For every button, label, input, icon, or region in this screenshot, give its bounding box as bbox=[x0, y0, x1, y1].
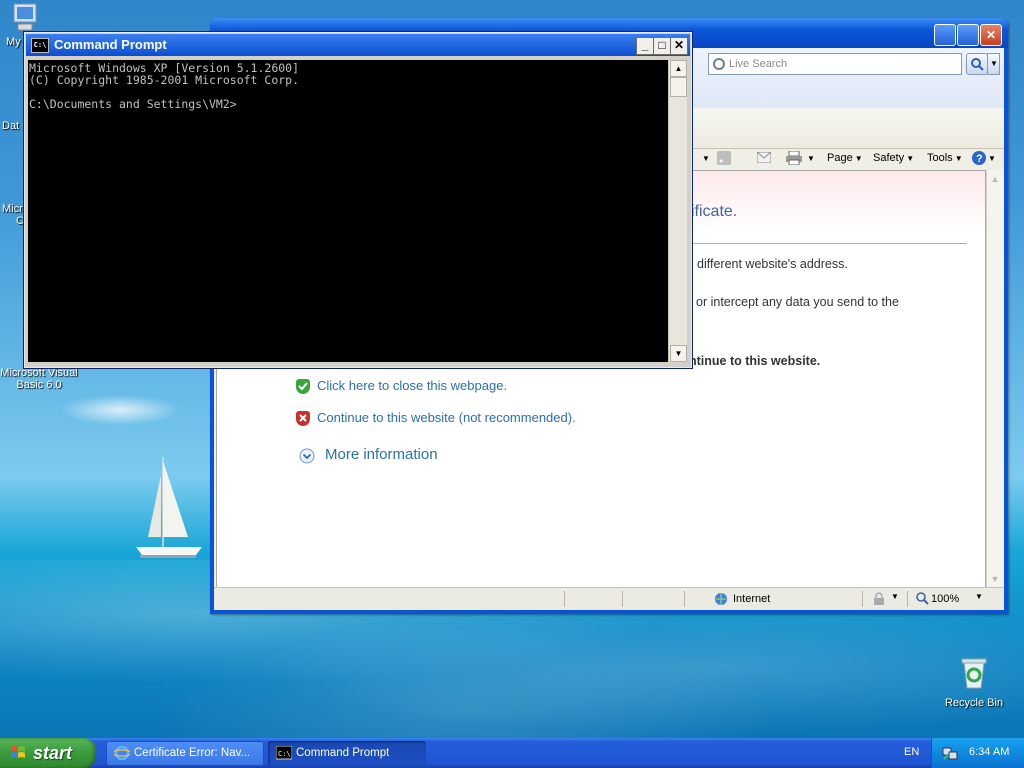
divider bbox=[564, 591, 565, 607]
taskbar-item-label: Certificate Error: Nav... bbox=[134, 747, 251, 759]
desktop-icon-recycle-bin[interactable]: Recycle Bin bbox=[934, 656, 1014, 709]
cmd-titlebar[interactable]: C:\ Command Prompt _ □ ✕ bbox=[26, 34, 690, 56]
continue-website-link[interactable]: Continue to this website (not recommende… bbox=[317, 410, 576, 425]
search-input[interactable]: Live Search bbox=[708, 53, 962, 75]
expand-circle-icon[interactable] bbox=[299, 448, 315, 464]
scroll-down-arrow[interactable]: ▼ bbox=[989, 572, 1001, 586]
divider bbox=[684, 591, 685, 607]
console-icon: C:\ bbox=[31, 38, 49, 53]
divider bbox=[622, 591, 623, 607]
safety-menu-label: Safety bbox=[873, 152, 905, 164]
taskbar-item-ie[interactable]: Certificate Error: Nav... bbox=[106, 741, 264, 766]
sailboat-image bbox=[136, 457, 202, 558]
console-scrollbar[interactable]: ▲ ▼ bbox=[668, 60, 687, 362]
chevron-down-icon: ▼ bbox=[854, 154, 863, 163]
page-menu-label: Page bbox=[827, 152, 853, 164]
ie-status-bar: Internet ▼ 100% ▼ bbox=[214, 587, 1004, 610]
chevron-down-icon[interactable]: ▼ bbox=[807, 154, 815, 163]
start-button[interactable]: start bbox=[0, 738, 96, 768]
scroll-up-arrow[interactable]: ▲ bbox=[670, 60, 687, 77]
start-label: start bbox=[33, 743, 73, 763]
close-webpage-link[interactable]: Click here to close this webpage. bbox=[317, 378, 507, 393]
close-button[interactable]: ✕ bbox=[670, 37, 688, 55]
tools-menu-label: Tools bbox=[927, 152, 953, 164]
console-line: (C) Copyright 1985-2001 Microsoft Corp. bbox=[29, 73, 300, 87]
help-icon[interactable]: ? bbox=[971, 150, 987, 166]
clock[interactable]: 6:34 AM bbox=[969, 746, 1009, 758]
more-information-link[interactable]: More information bbox=[325, 446, 438, 463]
minimize-button[interactable]: _ bbox=[636, 37, 654, 55]
taskbar-item-label: Command Prompt bbox=[296, 747, 390, 759]
cloud bbox=[60, 395, 180, 425]
taskbar-item-cmd[interactable]: C:\ Command Prompt bbox=[268, 741, 426, 766]
search-placeholder: Live Search bbox=[729, 58, 788, 70]
maximize-button[interactable] bbox=[957, 24, 979, 46]
tools-menu[interactable]: Tools ▼ bbox=[927, 152, 963, 164]
chevron-down-icon[interactable]: ▼ bbox=[891, 592, 899, 601]
mail-icon[interactable] bbox=[757, 152, 771, 163]
desktop-icon-vb6[interactable]: Microsoft Visual Basic 6.0 bbox=[0, 367, 78, 391]
feeds-icon[interactable] bbox=[717, 151, 731, 165]
divider bbox=[862, 591, 863, 607]
print-icon[interactable] bbox=[786, 151, 802, 165]
search-icon bbox=[713, 58, 725, 70]
page-text-line1: different website's address. bbox=[697, 257, 848, 271]
chevron-down-icon: ▼ bbox=[906, 154, 915, 163]
desktop-icon-label: Recycle Bin bbox=[944, 697, 1004, 709]
ie-page-scrollbar[interactable]: ▲ ▼ bbox=[986, 170, 1004, 588]
scroll-up-arrow[interactable]: ▲ bbox=[989, 172, 1001, 186]
close-button[interactable]: ✕ bbox=[980, 24, 1002, 46]
page-text-line2: or intercept any data you send to the bbox=[696, 295, 899, 309]
system-tray: 6:34 AM bbox=[931, 738, 1024, 768]
page-menu[interactable]: Page ▼ bbox=[827, 152, 863, 164]
chevron-down-icon[interactable]: ▼ bbox=[975, 592, 983, 601]
globe-icon bbox=[715, 593, 727, 605]
search-options-dropdown[interactable]: ▼ bbox=[987, 53, 1000, 75]
chevron-down-icon: ▼ bbox=[954, 154, 963, 163]
green-shield-icon bbox=[296, 379, 310, 394]
chevron-down-icon[interactable]: ▼ bbox=[702, 154, 710, 163]
page-text-recommend: ntinue to this website. bbox=[689, 354, 821, 368]
divider bbox=[907, 591, 908, 607]
windows-logo-icon bbox=[11, 746, 25, 758]
protected-mode-icon[interactable] bbox=[872, 592, 886, 606]
red-shield-icon bbox=[296, 411, 310, 426]
search-button[interactable] bbox=[966, 53, 988, 75]
scroll-thumb[interactable] bbox=[670, 77, 687, 97]
network-icon[interactable] bbox=[942, 745, 958, 761]
window-title: Command Prompt bbox=[54, 37, 167, 52]
console-output[interactable]: Microsoft Windows XP [Version 5.1.2600](… bbox=[28, 60, 668, 362]
command-prompt-window[interactable]: C:\ Command Prompt _ □ ✕ Microsoft Windo… bbox=[23, 31, 693, 369]
recycle-bin-icon bbox=[961, 658, 987, 689]
svg-text:?: ? bbox=[976, 153, 983, 165]
language-indicator[interactable]: EN bbox=[904, 746, 919, 758]
desktop-icon-label-line2: Basic 6.0 bbox=[16, 379, 62, 391]
console-icon: C:\ bbox=[276, 746, 292, 760]
page-heading: ificate. bbox=[691, 203, 738, 220]
console-prompt: C:\Documents and Settings\VM2> bbox=[29, 97, 237, 111]
taskbar: start Certificate Error: Nav... C:\ Comm… bbox=[0, 738, 1024, 768]
security-zone-label: Internet bbox=[733, 593, 771, 605]
internet-explorer-icon bbox=[114, 746, 130, 760]
divider bbox=[691, 243, 967, 244]
maximize-button[interactable]: □ bbox=[653, 37, 671, 55]
minimize-button[interactable] bbox=[934, 24, 956, 46]
chevron-down-icon: ▼ bbox=[990, 59, 998, 68]
zoom-icon[interactable] bbox=[916, 592, 929, 605]
safety-menu[interactable]: Safety ▼ bbox=[873, 152, 914, 164]
zoom-level[interactable]: 100% bbox=[931, 593, 959, 605]
scroll-down-arrow[interactable]: ▼ bbox=[670, 345, 687, 362]
svg-text:C:\: C:\ bbox=[278, 750, 291, 758]
magnifier-icon bbox=[971, 58, 984, 71]
chevron-down-icon[interactable]: ▼ bbox=[988, 154, 996, 163]
